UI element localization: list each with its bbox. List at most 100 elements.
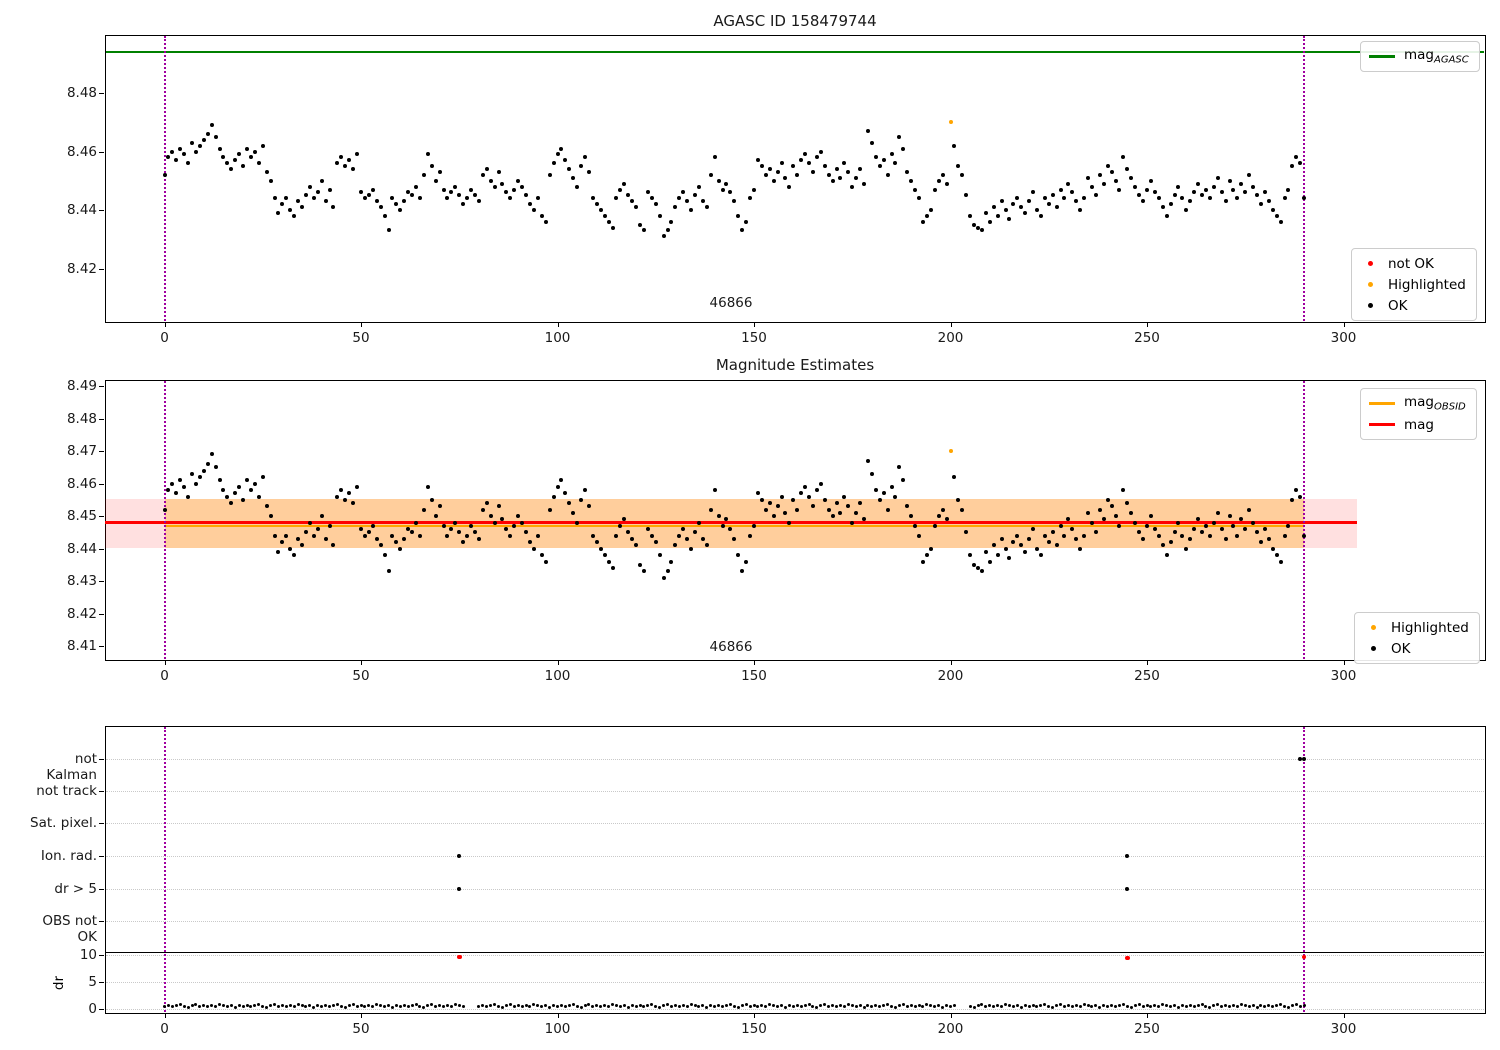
mag-point — [748, 533, 753, 538]
y-tickmark — [99, 955, 104, 956]
mag-point — [1038, 553, 1043, 557]
obsid-vline — [1303, 36, 1306, 321]
dr-point — [304, 1004, 308, 1008]
legend-mag-agasc[interactable]: magAGASC — [1360, 41, 1480, 72]
mag-point — [559, 478, 564, 483]
mag-point — [791, 164, 796, 169]
mag-point — [594, 202, 599, 207]
dr-point — [442, 1004, 446, 1008]
mag-point — [1266, 536, 1271, 541]
mag-point — [1164, 213, 1169, 218]
mag-point — [700, 536, 705, 541]
mag-point — [1270, 208, 1275, 212]
mag-point — [999, 536, 1004, 541]
dr-point — [477, 1004, 481, 1008]
mag-point — [846, 169, 851, 174]
dr-point — [1231, 1004, 1235, 1008]
mag-point — [1011, 202, 1016, 207]
dr-point — [1153, 1004, 1157, 1008]
mag-point — [630, 536, 635, 541]
obsid-label-top: 46866 — [709, 295, 753, 311]
mag-point — [429, 497, 434, 502]
dr-point — [532, 1003, 536, 1007]
x-tickmark — [1147, 322, 1148, 327]
dr-point — [1279, 1003, 1283, 1007]
mag-point — [402, 199, 407, 204]
mag-point — [1188, 536, 1193, 541]
mag-point — [712, 488, 717, 492]
mag-point — [162, 172, 167, 177]
y-tick-label: 8.49 — [66, 378, 97, 394]
mag-point — [1298, 494, 1303, 499]
mag-point — [327, 523, 332, 528]
dr-point — [556, 1004, 559, 1008]
mag-point — [665, 569, 670, 574]
mag-point — [362, 196, 367, 201]
mag-point — [913, 523, 918, 528]
mag-point — [586, 169, 591, 174]
dr-point — [1259, 1004, 1263, 1008]
x-tick-label: 300 — [1330, 330, 1357, 346]
mag-point — [531, 208, 536, 212]
dr-point — [359, 1003, 363, 1007]
x-tick-label: 250 — [1134, 330, 1160, 346]
mag-point — [1148, 514, 1153, 518]
mag-point — [590, 533, 595, 538]
mag-point — [1074, 536, 1079, 541]
mag-point — [744, 559, 749, 564]
mag-point — [465, 196, 470, 201]
mag-point — [936, 178, 941, 183]
mag-point — [748, 196, 753, 201]
dr-point — [831, 1003, 835, 1007]
mag-point — [1086, 175, 1091, 180]
mag-point — [850, 184, 855, 189]
dr-point — [783, 1005, 787, 1009]
mag-point — [1145, 523, 1149, 528]
legend-row-ok: OK — [1360, 295, 1466, 316]
mag-point — [901, 146, 906, 151]
dr-point — [524, 1004, 528, 1008]
mag-point — [1172, 530, 1177, 535]
dr-point — [288, 1004, 292, 1008]
mag-point — [1235, 533, 1240, 538]
mag-point — [1058, 187, 1063, 192]
x-tickmark — [1343, 1013, 1345, 1018]
mag-point — [378, 205, 383, 210]
y-tickmark — [99, 418, 104, 420]
mag-point — [417, 533, 422, 538]
mag-point — [1302, 533, 1307, 538]
dr-point — [1023, 1004, 1027, 1008]
mag-point — [924, 213, 929, 218]
y-tick-label: 8.42 — [66, 260, 97, 277]
y-tickmark — [99, 791, 104, 792]
mag-point — [575, 520, 580, 525]
mag-point — [1176, 184, 1181, 189]
mag-point — [209, 123, 214, 128]
mag-point — [689, 546, 694, 551]
y-tickmark — [99, 982, 104, 983]
mag-point — [205, 462, 210, 466]
dr-point — [929, 1004, 933, 1008]
x-tickmark — [1343, 322, 1345, 327]
obsid-vline — [163, 727, 166, 1012]
mag-point — [598, 208, 603, 212]
mag-point — [858, 167, 863, 172]
legend-middle-points[interactable]: Highlighted OK — [1354, 612, 1480, 664]
mag-point — [1078, 208, 1083, 212]
dr-point — [666, 1002, 670, 1006]
x-tickmark — [754, 660, 755, 665]
dr-point — [1184, 1004, 1188, 1008]
dr-point — [316, 1004, 320, 1008]
mag-point — [940, 507, 945, 512]
dr-point — [1070, 1004, 1074, 1008]
dr-point — [343, 1005, 347, 1009]
dr-point — [614, 1004, 618, 1008]
legend-middle-lines[interactable]: magOBSID mag — [1360, 388, 1477, 440]
y-tick-label: 8.44 — [66, 540, 97, 557]
legend-top-points[interactable]: not OK Highlighted OK — [1351, 248, 1477, 321]
legend-row-not-ok: not OK — [1360, 253, 1466, 274]
mag-point — [469, 523, 474, 528]
mag-point — [1172, 193, 1177, 198]
dr-point — [662, 1004, 666, 1008]
mag-point — [885, 507, 890, 512]
